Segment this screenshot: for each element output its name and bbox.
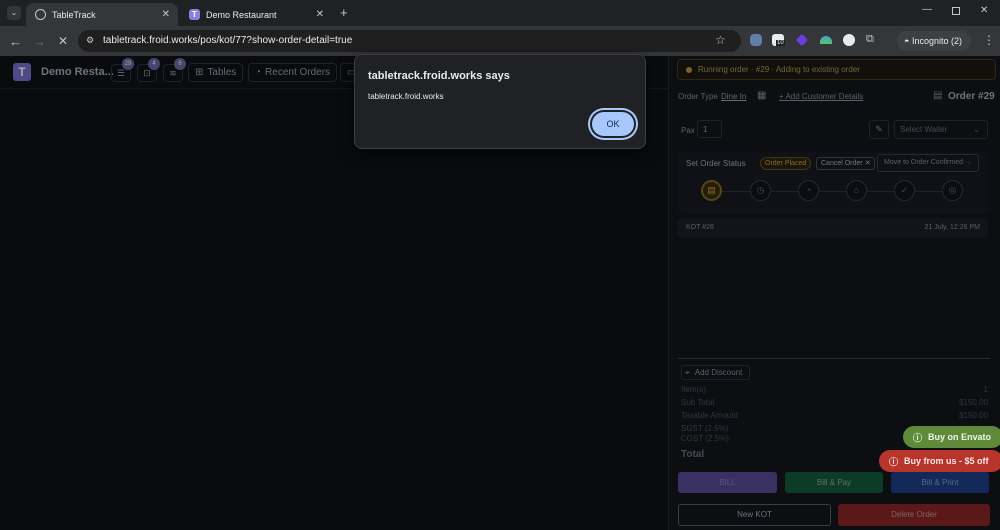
close-icon[interactable]: ✕ bbox=[162, 9, 170, 20]
buy-envato-button[interactable]: ⓘ Buy on Envato bbox=[903, 426, 1000, 448]
buy-from-us-label: Buy from us - $5 off bbox=[904, 456, 989, 466]
restaurant-favicon-icon: T bbox=[189, 9, 200, 20]
extension-puzzle-alt-icon[interactable] bbox=[843, 34, 855, 46]
info-icon: ⓘ bbox=[889, 456, 899, 467]
browser-toolbar: ← → ✕ ⚙ tabletrack.froid.works/pos/kot/7… bbox=[0, 26, 1000, 56]
tab-tabletrack[interactable]: TableTrack ✕ bbox=[26, 3, 178, 26]
minimize-icon[interactable]: — bbox=[922, 4, 932, 15]
dialog-message: tabletrack.froid.works bbox=[368, 92, 444, 101]
bookmark-star-icon[interactable]: ☆ bbox=[715, 33, 726, 47]
forward-icon[interactable]: → bbox=[33, 34, 46, 49]
incognito-label: Incognito (2) bbox=[911, 36, 962, 46]
tab-title: TableTrack bbox=[52, 9, 96, 20]
site-info-icon[interactable]: ⚙ bbox=[86, 35, 94, 46]
new-tab-button[interactable]: + bbox=[340, 5, 348, 20]
buy-envato-label: Buy on Envato bbox=[928, 432, 992, 442]
tab-search-button[interactable]: ⌄ bbox=[7, 6, 21, 20]
close-window-icon[interactable]: ✕ bbox=[980, 5, 988, 16]
alert-dialog: tabletrack.froid.works says tabletrack.f… bbox=[354, 54, 646, 149]
dialog-title: tabletrack.froid.works says bbox=[368, 70, 510, 82]
restore-icon[interactable] bbox=[952, 7, 960, 15]
buy-from-us-button[interactable]: ⓘ Buy from us - $5 off bbox=[879, 450, 1000, 472]
browser-tabstrip: ⌄ TableTrack ✕ T Demo Restaurant ✕ + — ✕ bbox=[0, 0, 1000, 26]
extension-rainbow-icon[interactable] bbox=[820, 36, 832, 44]
ok-button[interactable]: OK bbox=[592, 112, 634, 136]
tabletrack-favicon-icon bbox=[35, 9, 46, 20]
incognito-icon: ◓ bbox=[904, 36, 910, 46]
incognito-chip[interactable]: ◓ Incognito (2) bbox=[897, 31, 971, 51]
url-text: tabletrack.froid.works/pos/kot/77?show-o… bbox=[103, 35, 353, 46]
address-bar[interactable]: ⚙ tabletrack.froid.works/pos/kot/77?show… bbox=[78, 30, 741, 52]
extension-badge: 10 bbox=[776, 40, 785, 46]
tab-title: Demo Restaurant bbox=[206, 9, 277, 20]
extension-camera-icon[interactable]: 10 bbox=[772, 34, 785, 46]
extension-diamond-icon[interactable] bbox=[795, 33, 809, 47]
stop-icon[interactable]: ✕ bbox=[58, 34, 68, 48]
close-icon[interactable]: ✕ bbox=[316, 9, 324, 20]
menu-kebab-icon[interactable]: ⋮ bbox=[983, 33, 995, 47]
tab-demo-restaurant[interactable]: T Demo Restaurant ✕ bbox=[180, 3, 332, 26]
info-icon: ⓘ bbox=[913, 432, 923, 443]
extensions-puzzle-icon[interactable]: ⧉ bbox=[866, 33, 874, 46]
extension-shield-icon[interactable] bbox=[750, 34, 762, 46]
back-icon[interactable]: ← bbox=[9, 34, 22, 49]
